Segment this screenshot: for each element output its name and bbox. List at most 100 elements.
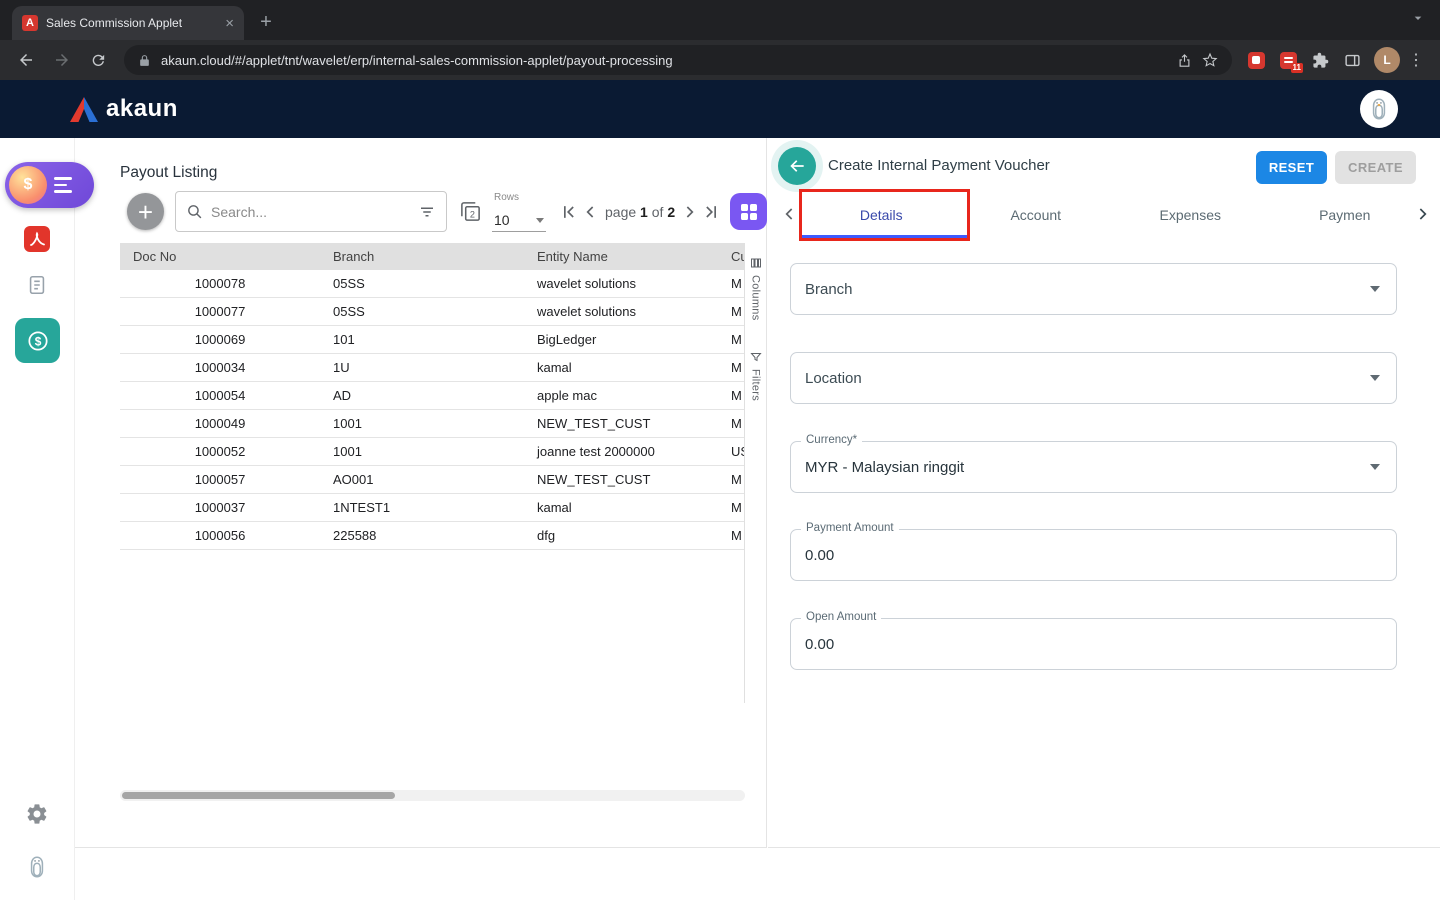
cell-currency: M [725, 528, 745, 543]
sidebar-item-ledger-applet[interactable] [26, 274, 48, 301]
pages-icon[interactable]: 2 [459, 200, 482, 223]
pagination: page 1 of 2 [558, 201, 722, 223]
create-button[interactable]: CREATE [1335, 151, 1416, 184]
caret-down-icon [1370, 464, 1380, 470]
bookmark-star-icon[interactable] [1202, 52, 1218, 68]
sidebar-item-pdf-applet[interactable] [24, 226, 50, 257]
cell-currency: M [725, 276, 745, 291]
active-tab-indicator [800, 235, 968, 238]
branch-select[interactable]: Branch [790, 263, 1397, 315]
akaun-logo: akaun [70, 95, 178, 123]
horizontal-scrollbar[interactable] [120, 790, 745, 801]
columns-label: Columns [750, 275, 762, 321]
scrollbar-thumb[interactable] [122, 792, 395, 799]
header-doc-no[interactable]: Doc No [120, 249, 320, 264]
filters-toggle[interactable]: Filters [750, 351, 762, 401]
columns-toggle[interactable]: Columns [750, 257, 762, 321]
tabs-scroll-left-icon[interactable] [780, 204, 800, 229]
cell-currency: M [725, 472, 745, 487]
tab-close-icon[interactable]: × [225, 16, 234, 31]
sidebar-item-sales-commission-applet[interactable]: $ [15, 318, 60, 363]
tab-details[interactable]: Details [804, 192, 959, 238]
browser-profile-avatar[interactable]: L [1374, 47, 1400, 73]
table-row[interactable]: 1000054 AD apple mac M [120, 382, 745, 410]
new-tab-button[interactable]: + [252, 8, 280, 36]
cell-entity: NEW_TEST_CUST [520, 416, 725, 431]
url-bar[interactable]: akaun.cloud/#/applet/tnt/wavelet/erp/int… [124, 45, 1232, 75]
side-panel-icon[interactable] [1340, 48, 1364, 72]
table-row[interactable]: 1000034 1U kamal M [120, 354, 745, 382]
tab-payment[interactable]: Paymen [1268, 192, 1423, 238]
prev-page-icon[interactable] [580, 201, 602, 223]
reload-icon[interactable] [86, 48, 110, 72]
payment-amount-field[interactable]: Payment Amount 0.00 [790, 529, 1397, 581]
add-button[interactable]: + [127, 193, 164, 230]
table-row[interactable]: 1000078 05SS wavelet solutions M [120, 270, 745, 298]
filter-list-icon[interactable] [418, 203, 436, 221]
share-icon[interactable] [1177, 53, 1192, 68]
applet-switcher-button[interactable]: $ [5, 162, 94, 208]
extension-icon[interactable] [1244, 48, 1268, 72]
app-sidebar: $ $ [0, 138, 75, 900]
cell-entity: wavelet solutions [520, 276, 725, 291]
tab-account[interactable]: Account [959, 192, 1114, 238]
last-page-icon[interactable] [700, 201, 722, 223]
dollar-icon: $ [25, 328, 51, 354]
tabs-scroll-right-icon[interactable] [1412, 204, 1432, 229]
table-row[interactable]: 1000052 1001 joanne test 2000000 US [120, 438, 745, 466]
rows-per-page-select[interactable]: Rows 10 [492, 191, 546, 232]
caret-down-icon [536, 218, 544, 223]
cell-entity: dfg [520, 528, 725, 543]
search-input[interactable] [211, 204, 410, 220]
search-box[interactable] [175, 191, 447, 232]
caret-down-icon [1370, 375, 1380, 381]
branch-label: Branch [805, 281, 853, 298]
reset-button[interactable]: RESET [1256, 151, 1327, 184]
app-header: akaun [0, 80, 1440, 138]
cell-doc-no: 1000049 [120, 416, 320, 431]
cell-entity: kamal [520, 360, 725, 375]
currency-label: Currency* [801, 434, 862, 446]
location-label: Location [805, 370, 862, 387]
screen: A Sales Commission Applet × + akaun.clou… [0, 0, 1440, 900]
first-page-icon[interactable] [558, 201, 580, 223]
table-row[interactable]: 1000049 1001 NEW_TEST_CUST M [120, 410, 745, 438]
tab-expenses[interactable]: Expenses [1113, 192, 1268, 238]
main-content: Payout Listing + 2 Rows 10 [75, 138, 1440, 900]
cell-entity: wavelet solutions [520, 304, 725, 319]
forward-icon[interactable] [50, 48, 74, 72]
user-avatar-penguin[interactable] [1360, 90, 1398, 128]
currency-value: MYR - Malaysian ringgit [805, 459, 964, 476]
header-entity-name[interactable]: Entity Name [520, 249, 725, 264]
logo-text: akaun [106, 95, 178, 123]
extensions-puzzle-icon[interactable] [1308, 48, 1332, 72]
open-amount-field[interactable]: Open Amount 0.00 [790, 618, 1397, 670]
header-currency[interactable]: Cu [725, 249, 745, 264]
grid-view-button[interactable] [730, 193, 767, 230]
browser-tab[interactable]: A Sales Commission Applet × [12, 6, 244, 40]
back-button[interactable] [778, 147, 816, 185]
cell-branch: 1NTEST1 [320, 500, 520, 515]
table-row[interactable]: 1000037 1NTEST1 kamal M [120, 494, 745, 522]
voucher-tabs: Details Account Expenses Paymen [768, 192, 1440, 238]
table-row[interactable]: 1000069 101 BigLedger M [120, 326, 745, 354]
location-select[interactable]: Location [790, 352, 1397, 404]
cell-currency: M [725, 332, 745, 347]
cell-currency: M [725, 388, 745, 403]
pdf-icon [24, 226, 50, 252]
table-row[interactable]: 1000056 225588 dfg M [120, 522, 745, 550]
table-row[interactable]: 1000077 05SS wavelet solutions M [120, 298, 745, 326]
currency-select[interactable]: Currency* MYR - Malaysian ringgit [790, 441, 1397, 493]
table-row[interactable]: 1000057 AO001 NEW_TEST_CUST M [120, 466, 745, 494]
open-amount-value: 0.00 [805, 636, 834, 653]
header-branch[interactable]: Branch [320, 249, 520, 264]
next-page-icon[interactable] [678, 201, 700, 223]
tab-search-chevron-icon[interactable] [1410, 10, 1426, 31]
support-penguin-icon[interactable] [24, 854, 50, 885]
browser-menu-icon[interactable]: ⋮ [1408, 50, 1424, 70]
akaun-logo-icon [70, 97, 98, 122]
extension-badge-icon[interactable]: 11 [1276, 48, 1300, 72]
svg-text:$: $ [34, 334, 41, 348]
back-icon[interactable] [14, 48, 38, 72]
settings-gear-icon[interactable] [25, 802, 49, 831]
